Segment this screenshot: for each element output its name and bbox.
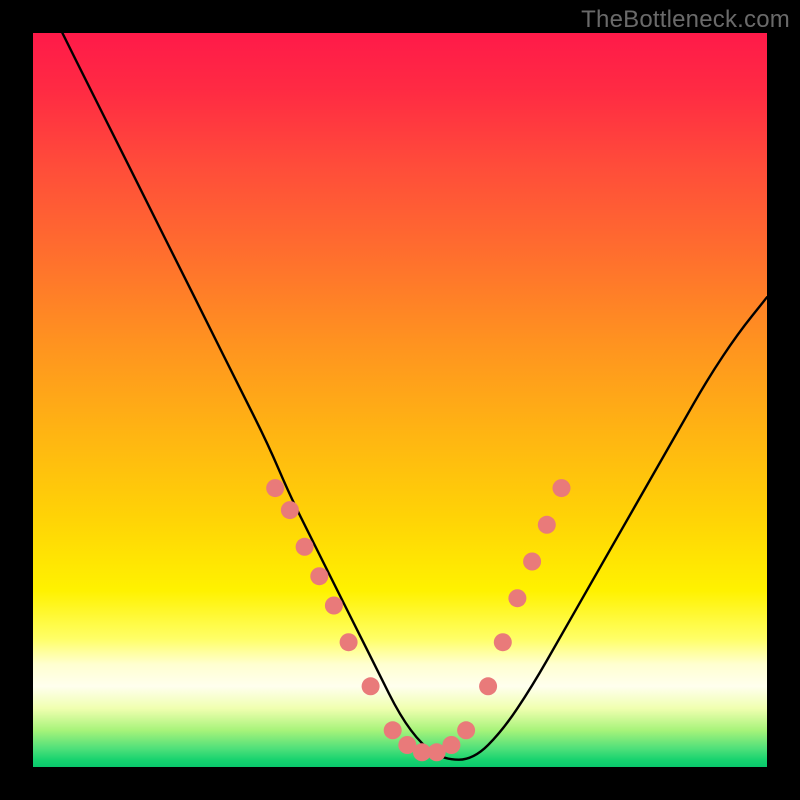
watermark-text: TheBottleneck.com [581, 6, 790, 34]
chart-svg [33, 33, 767, 767]
marker-dot [340, 633, 358, 651]
marker-dot [508, 589, 526, 607]
marker-dot [325, 597, 343, 615]
marker-dot [266, 479, 284, 497]
marker-dot [442, 736, 460, 754]
marker-dot [494, 633, 512, 651]
marker-dots [266, 479, 570, 761]
marker-dot [281, 501, 299, 519]
marker-dot [538, 516, 556, 534]
marker-dot [457, 721, 475, 739]
marker-dot [362, 677, 380, 695]
curve-line [62, 33, 767, 760]
marker-dot [553, 479, 571, 497]
marker-dot [310, 567, 328, 585]
chart-frame: TheBottleneck.com [0, 0, 800, 800]
plot-area [33, 33, 767, 767]
marker-dot [523, 553, 541, 571]
marker-dot [296, 538, 314, 556]
marker-dot [384, 721, 402, 739]
marker-dot [479, 677, 497, 695]
